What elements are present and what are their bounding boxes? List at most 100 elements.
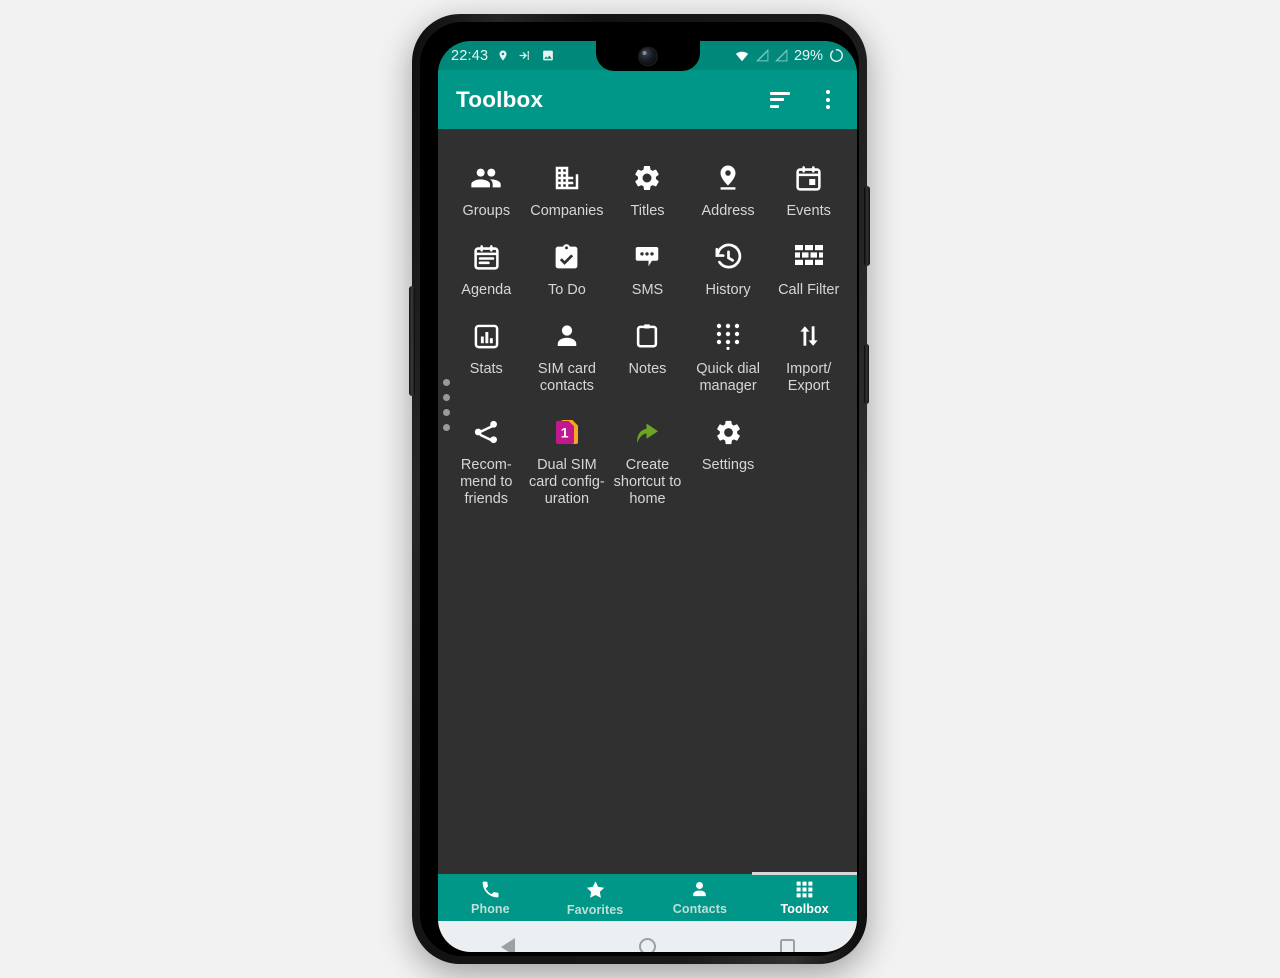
gear-icon — [625, 159, 669, 197]
app-bar: Toolbox — [438, 70, 857, 129]
battery-percent-label: 29% — [793, 47, 823, 64]
tool-item-stats[interactable]: Stats — [446, 309, 527, 401]
phone-bezel: 22:43 29% Toolbox Groups Companies Title… — [420, 22, 859, 956]
location-pin-icon — [497, 48, 509, 63]
tool-label: Groups — [462, 203, 511, 219]
tool-label: Stats — [469, 361, 503, 377]
tool-item-settings[interactable]: Settings — [688, 405, 769, 514]
tool-item-history[interactable]: History — [688, 230, 769, 305]
back-key[interactable] — [485, 924, 531, 952]
tool-label: Recom- mend to friends — [460, 457, 513, 507]
tool-item-sim-card-contacts[interactable]: SIM card contacts — [527, 309, 608, 401]
import-export-arrows-icon — [787, 317, 831, 355]
battery-circle-icon — [829, 48, 844, 63]
calendar-event-icon — [787, 159, 831, 197]
phone-screen: 22:43 29% Toolbox Groups Companies Title… — [438, 41, 857, 952]
sort-icon[interactable] — [763, 83, 797, 117]
tool-label: SMS — [631, 282, 664, 298]
star-icon — [584, 879, 607, 901]
history-clock-icon — [706, 238, 750, 276]
tool-grid: Groups Companies Titles Address Events A… — [438, 151, 857, 514]
tool-item-create-shortcut-to-home[interactable]: Create shortcut to home — [607, 405, 688, 514]
tool-item-groups[interactable]: Groups — [446, 151, 527, 226]
tool-label: Agenda — [461, 282, 512, 298]
tool-item-quick-dial-manager[interactable]: Quick dial manager — [688, 309, 769, 401]
tool-label: Quick dial manager — [696, 361, 760, 394]
signal-off-1-icon — [755, 49, 769, 62]
tab-label: Toolbox — [780, 902, 829, 916]
tool-item-dual-sim-card-configuration[interactable]: 1 Dual SIM card config- uration — [527, 405, 608, 514]
recents-key[interactable] — [764, 924, 810, 952]
tool-item-import-export[interactable]: Import/ Export — [768, 309, 849, 401]
phone-icon — [480, 879, 501, 900]
tool-label: Import/ Export — [786, 361, 832, 394]
bar-chart-icon — [464, 317, 508, 355]
clipboard-icon — [625, 317, 669, 355]
signal-off-2-icon — [774, 49, 788, 62]
power-button[interactable] — [864, 186, 870, 266]
tab-phone[interactable]: Phone — [438, 874, 543, 921]
dialpad-icon — [706, 317, 750, 355]
volume-rocker-button[interactable] — [409, 286, 415, 396]
brick-grid-icon — [787, 238, 831, 276]
tab-label: Favorites — [566, 902, 624, 917]
tab-label: Phone — [471, 902, 510, 916]
person-icon — [545, 317, 589, 355]
clipboard-check-icon — [545, 238, 589, 276]
tool-label: History — [705, 282, 751, 298]
grid-apps-icon — [794, 879, 815, 900]
status-bar-left-group: 22:43 — [451, 48, 555, 64]
tool-item-notes[interactable]: Notes — [607, 309, 688, 401]
wifi-icon — [734, 49, 750, 63]
tool-label: Address — [701, 203, 755, 219]
dual-sim-card-icon: 1 — [545, 413, 589, 451]
tool-item-recommend-to-friends[interactable]: Recom- mend to friends — [446, 405, 527, 514]
building-icon — [545, 159, 589, 197]
tab-toolbox[interactable]: Toolbox — [752, 872, 857, 921]
calendar-agenda-icon — [464, 238, 508, 276]
tool-item-titles[interactable]: Titles — [607, 151, 688, 226]
tool-item-companies[interactable]: Companies — [527, 151, 608, 226]
tab-label: Contacts — [672, 902, 728, 916]
svg-text:1: 1 — [561, 425, 569, 441]
tool-label: To Do — [547, 282, 586, 298]
toolbox-content: Groups Companies Titles Address Events A… — [438, 129, 857, 874]
tool-item-empty-slot — [768, 405, 849, 514]
tool-label: Create shortcut to home — [613, 457, 682, 507]
chat-bubble-icon — [625, 238, 669, 276]
people-icon — [464, 159, 508, 197]
tool-label: Dual SIM card config- uration — [529, 457, 605, 507]
side-assistant-button[interactable] — [864, 344, 869, 404]
scroll-position-dots — [443, 379, 450, 431]
tab-contacts[interactable]: Contacts — [648, 874, 753, 921]
tool-item-address[interactable]: Address — [688, 151, 769, 226]
tool-item-events[interactable]: Events — [768, 151, 849, 226]
android-navigation-bar — [438, 921, 857, 952]
display-notch — [595, 41, 700, 71]
status-clock: 22:43 — [451, 47, 489, 64]
location-pin-icon — [706, 159, 750, 197]
tab-favorites[interactable]: Favorites — [543, 874, 648, 921]
tool-item-call-filter[interactable]: Call Filter — [768, 230, 849, 305]
home-key[interactable] — [624, 924, 670, 952]
tool-item-to-do[interactable]: To Do — [527, 230, 608, 305]
login-arrow-icon — [518, 49, 532, 62]
tool-label: SIM card contacts — [537, 361, 596, 394]
tool-label: Events — [786, 203, 831, 219]
image-icon — [541, 49, 555, 62]
bottom-tab-bar: Phone Favorites Contacts Toolbox — [438, 872, 857, 921]
front-camera-icon — [639, 48, 656, 65]
overflow-menu-icon[interactable] — [811, 83, 845, 117]
status-bar-right-group: 29% — [734, 48, 844, 64]
gear-icon — [706, 413, 750, 451]
active-tab-indicator — [752, 872, 857, 875]
tool-label: Settings — [701, 457, 755, 473]
tool-label: Companies — [530, 203, 604, 219]
tool-item-agenda[interactable]: Agenda — [446, 230, 527, 305]
tool-label: Notes — [628, 361, 667, 377]
phone-device-frame: 22:43 29% Toolbox Groups Companies Title… — [409, 14, 870, 964]
share-icon — [464, 413, 508, 451]
page-title: Toolbox — [456, 86, 544, 112]
tool-label: Titles — [630, 203, 665, 219]
tool-item-sms[interactable]: SMS — [607, 230, 688, 305]
